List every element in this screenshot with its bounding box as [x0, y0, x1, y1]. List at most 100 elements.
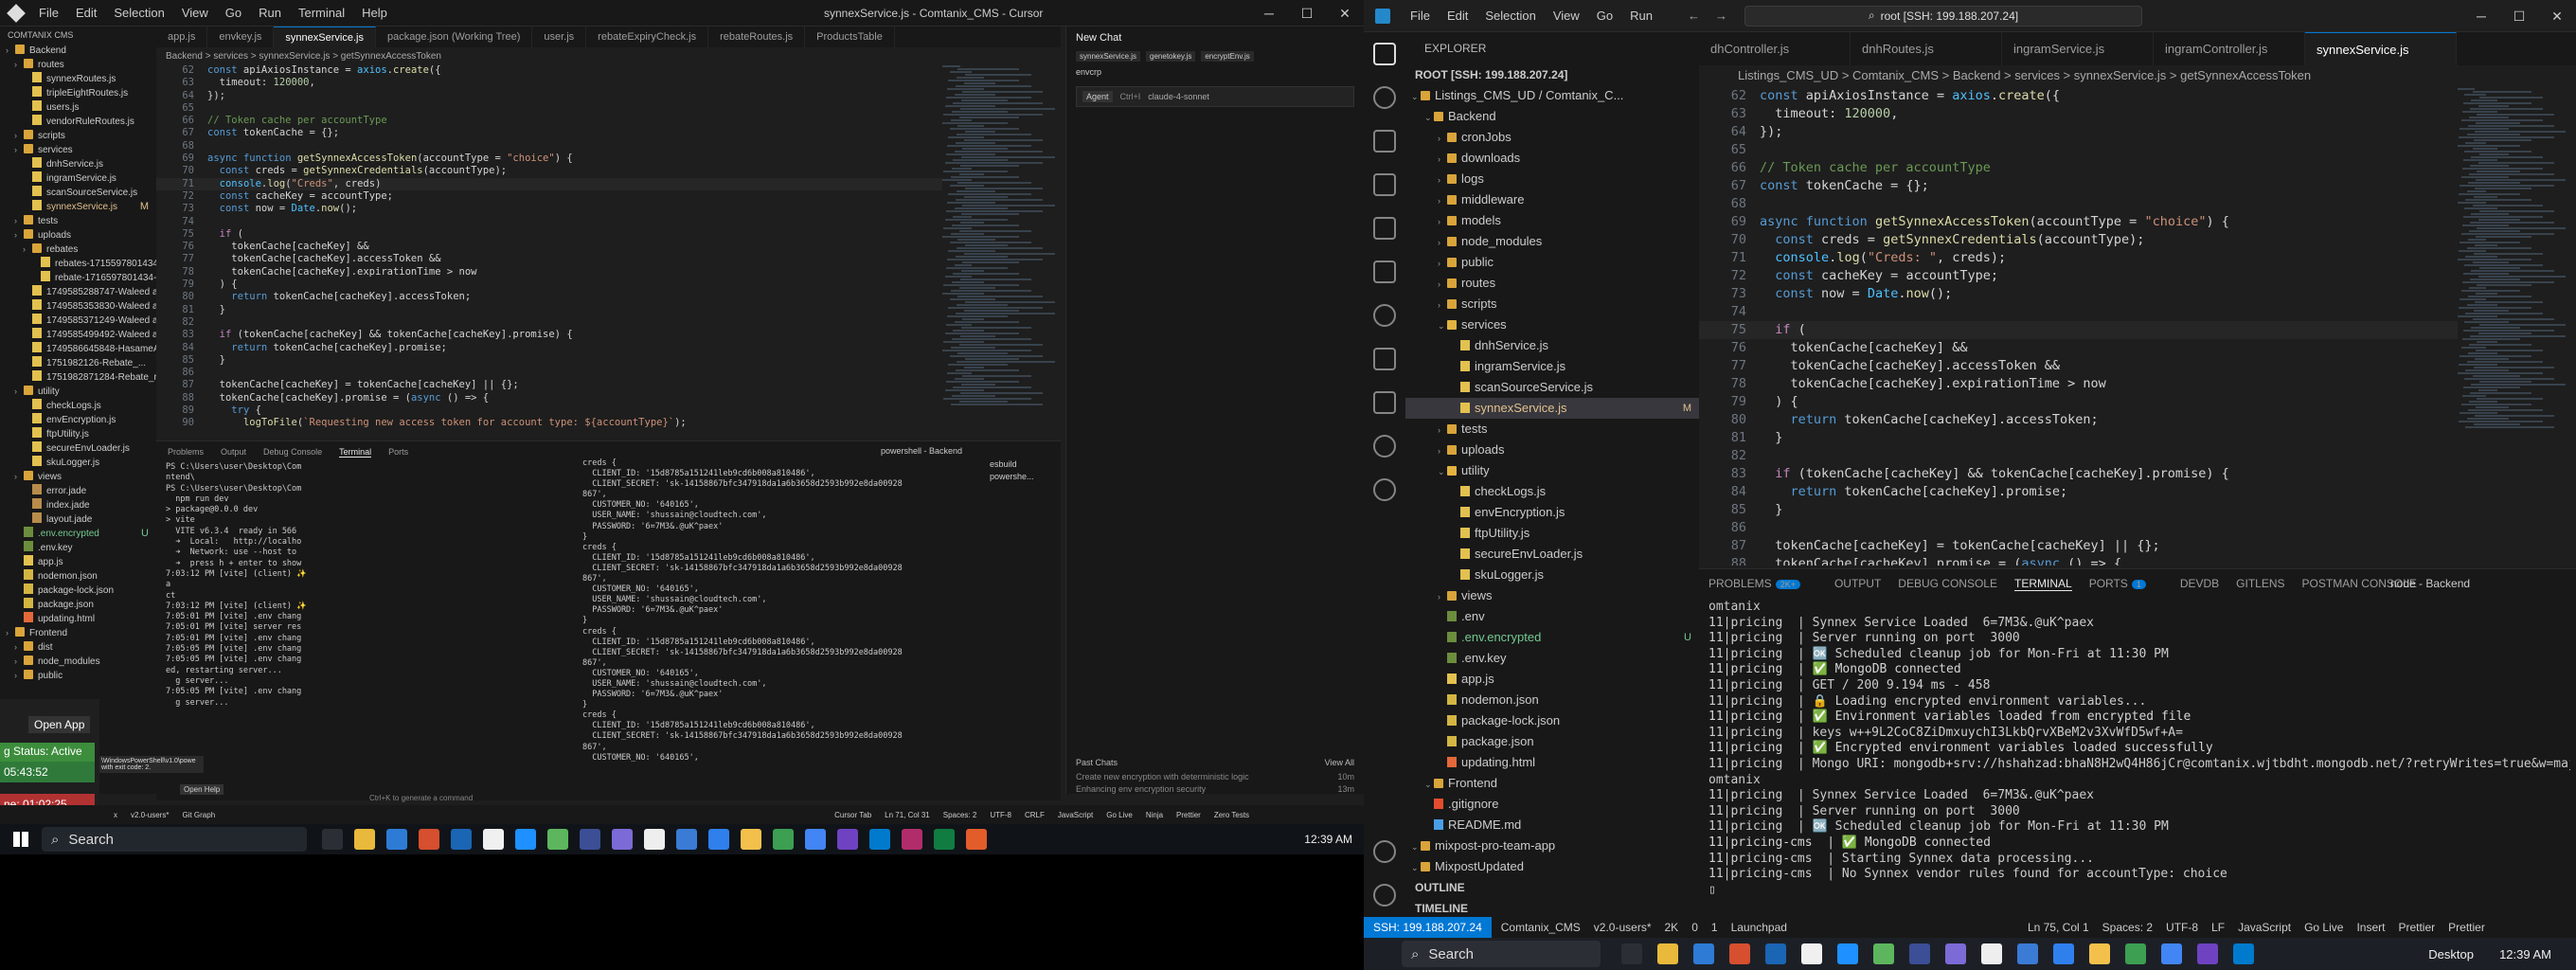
tree-item[interactable]: synnexRoutes.js — [0, 72, 156, 86]
taskbar-app-icon[interactable] — [451, 829, 472, 850]
tree-item[interactable]: app.js — [1405, 669, 1699, 690]
status-launchpad[interactable]: Launchpad — [1731, 921, 1787, 934]
tree-item[interactable]: › logs — [1405, 169, 1699, 189]
tree-item[interactable]: dnhService.js — [1405, 335, 1699, 356]
taskbar-app-icon[interactable] — [708, 829, 729, 850]
tree-item[interactable]: 1751982126-Rebate_... — [0, 356, 156, 370]
search-icon[interactable] — [1373, 86, 1396, 109]
account-icon[interactable] — [1373, 840, 1396, 863]
tree-item[interactable]: › Frontend — [0, 626, 156, 640]
panel-tab-problems[interactable]: PROBLEMS 2K+ — [1708, 577, 1817, 591]
taskbar-app-icon[interactable] — [2161, 943, 2182, 964]
taskbar-app-icon[interactable] — [1873, 943, 1894, 964]
tree-item[interactable]: ingramService.js — [0, 171, 156, 186]
taskbar-app-icon[interactable] — [676, 829, 697, 850]
tree-item[interactable]: .env.encrypted U — [1405, 627, 1699, 648]
tree-item[interactable]: › public — [0, 669, 156, 683]
menu-selection[interactable]: Selection — [1485, 9, 1535, 23]
tree-item[interactable]: 1749586645848-HasameA... — [0, 342, 156, 356]
status-branch[interactable]: v2.0-users* — [1594, 921, 1652, 934]
tree-item[interactable]: › tests — [1405, 419, 1699, 440]
tree-item[interactable]: .gitignore — [1405, 794, 1699, 815]
terminal-vite[interactable]: PS C:\Users\user\Desktop\Com ntend\ PS C:\… — [166, 462, 393, 784]
panel-tab-ports[interactable]: PORTS 1 — [2089, 577, 2163, 591]
panel-tab-ports[interactable]: Ports — [388, 447, 408, 458]
terminal-instance[interactable]: esbuild — [990, 458, 1034, 471]
remote-explorer-icon[interactable] — [1373, 260, 1396, 283]
terminal-backend[interactable]: creds { CLIENT_ID: '15d8785a151241leb9cd… — [582, 458, 1056, 776]
menu-run[interactable]: Run — [1630, 9, 1653, 23]
tree-item[interactable]: rebates-1715597801434-3... — [0, 257, 156, 271]
windows-start-icon[interactable] — [13, 832, 28, 847]
tree-item[interactable]: › tests — [0, 214, 156, 228]
taskbar-app-icon[interactable] — [2017, 943, 2038, 964]
taskbar-app-icon[interactable] — [837, 829, 858, 850]
taskbar-app-icon[interactable] — [1693, 943, 1714, 964]
tab-synnexservice[interactable]: synnexService.js — [274, 27, 376, 47]
open-app-button[interactable]: Open App — [28, 716, 91, 733]
menu-file[interactable]: File — [39, 6, 59, 20]
tree-item[interactable]: › middleware — [1405, 189, 1699, 210]
taskbar-app-icon[interactable] — [2125, 943, 2146, 964]
status-ninja[interactable]: Ninja — [1146, 811, 1163, 819]
tree-item[interactable]: index.jade — [0, 498, 156, 512]
tree-item[interactable]: › node_modules — [0, 655, 156, 669]
tree-item[interactable]: error.jade — [0, 484, 156, 498]
tree-item[interactable]: › public — [1405, 252, 1699, 273]
status-prettier[interactable]: Prettier — [2398, 921, 2435, 934]
taskbar-app-icon[interactable] — [1909, 943, 1930, 964]
taskbar-app-icon[interactable] — [1837, 943, 1858, 964]
tree-item[interactable]: checkLogs.js — [1405, 481, 1699, 502]
menu-help[interactable]: Help — [362, 6, 387, 20]
tab-envkey[interactable]: envkey.js — [207, 27, 275, 47]
context-chip[interactable]: encryptEnv.js — [1201, 51, 1254, 62]
menu-edit[interactable]: Edit — [76, 6, 97, 20]
tree-item[interactable]: vendorRuleRoutes.js — [0, 115, 156, 129]
tree-item[interactable]: nodemon.json — [0, 569, 156, 584]
status-spaces[interactable]: Spaces: 2 — [2102, 921, 2153, 934]
tree-item[interactable]: › routes — [0, 58, 156, 72]
panel-tab-problems[interactable]: Problems — [168, 447, 204, 458]
past-chat-item[interactable]: Create new encryption with deterministic… — [1076, 771, 1354, 783]
tree-item[interactable]: › downloads — [1405, 148, 1699, 169]
menu-file[interactable]: File — [1410, 9, 1430, 23]
status-branch[interactable]: v2.0-users* — [131, 811, 169, 819]
tree-item[interactable]: 1749585288747-Waleed ay... — [0, 285, 156, 299]
tree-item[interactable]: ⌄ mixpost-pro-team-app — [1405, 835, 1699, 856]
status-ssh[interactable]: SSH: 199.188.207.24 — [1364, 917, 1492, 938]
tab-dnhroutes[interactable]: dnhRoutes.js — [1851, 32, 2002, 65]
postman-icon[interactable] — [1373, 478, 1396, 501]
taskbar-app-icon[interactable] — [1765, 943, 1786, 964]
maximize-button[interactable]: ☐ — [2500, 0, 2538, 32]
tree-item[interactable]: skuLogger.js — [1405, 565, 1699, 585]
taskbar-app-icon[interactable] — [2053, 943, 2074, 964]
forward-arrow-icon[interactable]: → — [1715, 9, 1727, 23]
tab-app[interactable]: app.js — [156, 27, 208, 47]
panel-tab-output[interactable]: Output — [221, 447, 246, 458]
taskbar-app-icon[interactable] — [483, 829, 504, 850]
taskbar-app-icon[interactable] — [773, 829, 794, 850]
taskbar-app-icon[interactable] — [515, 829, 536, 850]
menu-view[interactable]: View — [1553, 9, 1580, 23]
python-icon[interactable] — [1373, 391, 1396, 414]
extensions-icon[interactable] — [1373, 217, 1396, 240]
tree-item[interactable]: envEncryption.js — [0, 413, 156, 427]
taskbar-app-icon[interactable] — [386, 829, 407, 850]
taskbar-app-icon[interactable] — [2197, 943, 2218, 964]
minimize-button[interactable]: ─ — [1250, 0, 1288, 27]
taskbar-app-icon[interactable] — [1729, 943, 1750, 964]
taskbar-app-icon[interactable] — [741, 829, 761, 850]
command-center[interactable]: ⌕ root [SSH: 199.188.207.24] — [1744, 5, 2142, 27]
tree-item[interactable]: › scripts — [1405, 294, 1699, 314]
view-all-link[interactable]: View All — [1325, 758, 1354, 767]
context-chip[interactable]: synnexService.js — [1076, 51, 1141, 62]
taskbar-app-icon[interactable] — [1657, 943, 1678, 964]
tree-item[interactable]: 1749585499492-Waleed ay... — [0, 328, 156, 342]
taskbar-app-icon[interactable] — [612, 829, 633, 850]
taskbar-app-icon[interactable] — [547, 829, 568, 850]
menu-view[interactable]: View — [182, 6, 208, 20]
tree-item[interactable]: package.json — [0, 598, 156, 612]
tree-item[interactable]: envEncryption.js — [1405, 502, 1699, 523]
tree-item[interactable]: › routes — [1405, 273, 1699, 294]
menu-selection[interactable]: Selection — [114, 6, 164, 20]
